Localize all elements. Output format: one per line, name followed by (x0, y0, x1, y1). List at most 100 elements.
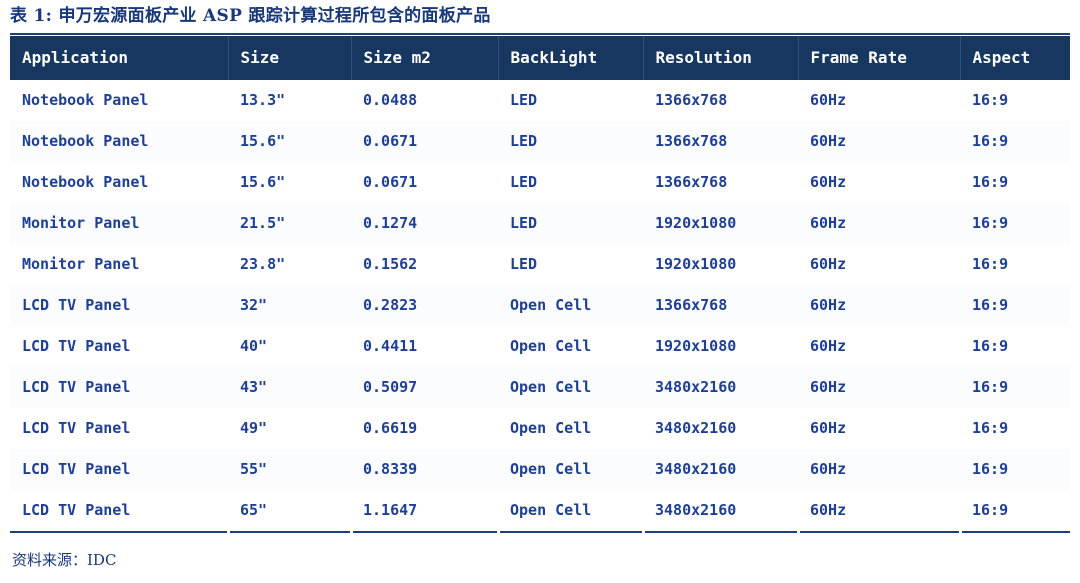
cell-frame-rate: 60Hz (798, 203, 960, 244)
column-header-application: Application (10, 36, 229, 80)
cell-size: 21.5" (228, 203, 351, 244)
cell-aspect: 16:9 (960, 162, 1070, 203)
cell-application: LCD TV Panel (10, 326, 228, 367)
cell-size-m2: 0.4411 (351, 326, 498, 367)
cell-backlight: Open Cell (498, 326, 643, 367)
cell-frame-rate: 60Hz (798, 244, 960, 285)
cell-resolution: 3480x2160 (643, 490, 798, 531)
table-bottom-divider (10, 531, 1070, 533)
column-header-frame-rate: Frame Rate (798, 36, 961, 80)
cell-resolution: 1366x768 (643, 285, 798, 326)
cell-frame-rate: 60Hz (798, 490, 960, 531)
cell-aspect: 16:9 (960, 203, 1070, 244)
table-row: Monitor Panel 23.8" 0.1562 LED 1920x1080… (10, 244, 1070, 285)
table-row: LCD TV Panel 32" 0.2823 Open Cell 1366x7… (10, 285, 1070, 326)
cell-frame-rate: 60Hz (798, 408, 960, 449)
table-row: LCD TV Panel 65" 1.1647 Open Cell 3480x2… (10, 490, 1070, 531)
cell-backlight: LED (498, 80, 643, 121)
title-divider (10, 33, 1070, 35)
column-header-resolution: Resolution (643, 36, 799, 80)
cell-frame-rate: 60Hz (798, 121, 960, 162)
cell-backlight: Open Cell (498, 285, 643, 326)
cell-resolution: 1366x768 (643, 121, 798, 162)
cell-aspect: 16:9 (960, 285, 1070, 326)
cell-size: 23.8" (228, 244, 351, 285)
table-header: Application Size Size m2 BackLight Resol… (10, 36, 1070, 80)
cell-size: 15.6" (228, 121, 351, 162)
cell-size: 49" (228, 408, 351, 449)
cell-application: LCD TV Panel (10, 449, 228, 490)
table-header-row: Application Size Size m2 BackLight Resol… (10, 36, 1070, 80)
page-title: 表 1: 申万宏源面板产业 ASP 跟踪计算过程所包含的面板产品 (10, 6, 491, 26)
cell-resolution: 1920x1080 (643, 244, 798, 285)
cell-size-m2: 0.0671 (351, 121, 498, 162)
cell-size: 13.3" (228, 80, 351, 121)
cell-aspect: 16:9 (960, 244, 1070, 285)
cell-aspect: 16:9 (960, 80, 1070, 121)
cell-size: 43" (228, 367, 351, 408)
table-figure: 表 1: 申万宏源面板产业 ASP 跟踪计算过程所包含的面板产品 Applica… (0, 0, 1080, 583)
cell-application: Notebook Panel (10, 121, 228, 162)
cell-size: 65" (228, 490, 351, 531)
cell-resolution: 3480x2160 (643, 449, 798, 490)
column-header-aspect: Aspect (960, 36, 1070, 80)
cell-application: LCD TV Panel (10, 367, 228, 408)
cell-size: 32" (228, 285, 351, 326)
cell-backlight: LED (498, 162, 643, 203)
cell-size: 15.6" (228, 162, 351, 203)
cell-backlight: LED (498, 244, 643, 285)
cell-frame-rate: 60Hz (798, 449, 960, 490)
cell-application: Notebook Panel (10, 162, 228, 203)
cell-size: 55" (228, 449, 351, 490)
cell-size-m2: 0.1274 (351, 203, 498, 244)
cell-application: LCD TV Panel (10, 285, 228, 326)
cell-backlight: Open Cell (498, 408, 643, 449)
cell-size-m2: 0.0671 (351, 162, 498, 203)
cell-aspect: 16:9 (960, 367, 1070, 408)
column-header-size: Size (228, 36, 352, 80)
cell-size-m2: 0.2823 (351, 285, 498, 326)
cell-backlight: Open Cell (498, 367, 643, 408)
cell-size: 40" (228, 326, 351, 367)
column-header-backlight: BackLight (498, 36, 644, 80)
table-row: LCD TV Panel 40" 0.4411 Open Cell 1920x1… (10, 326, 1070, 367)
column-header-size-m2: Size m2 (351, 36, 499, 80)
table-row: LCD TV Panel 43" 0.5097 Open Cell 3480x2… (10, 367, 1070, 408)
cell-aspect: 16:9 (960, 408, 1070, 449)
cell-backlight: Open Cell (498, 449, 643, 490)
cell-size-m2: 0.5097 (351, 367, 498, 408)
cell-application: Monitor Panel (10, 244, 228, 285)
cell-application: LCD TV Panel (10, 408, 228, 449)
table-row: LCD TV Panel 55" 0.8339 Open Cell 3480x2… (10, 449, 1070, 490)
cell-application: Monitor Panel (10, 203, 228, 244)
cell-resolution: 3480x2160 (643, 367, 798, 408)
cell-backlight: LED (498, 121, 643, 162)
cell-resolution: 3480x2160 (643, 408, 798, 449)
cell-resolution: 1920x1080 (643, 203, 798, 244)
cell-resolution: 1366x768 (643, 80, 798, 121)
cell-backlight: Open Cell (498, 490, 643, 531)
cell-frame-rate: 60Hz (798, 285, 960, 326)
cell-aspect: 16:9 (960, 490, 1070, 531)
cell-backlight: LED (498, 203, 643, 244)
cell-aspect: 16:9 (960, 326, 1070, 367)
cell-aspect: 16:9 (960, 449, 1070, 490)
table-body: Notebook Panel 13.3" 0.0488 LED 1366x768… (10, 80, 1070, 531)
cell-size-m2: 0.6619 (351, 408, 498, 449)
cell-aspect: 16:9 (960, 121, 1070, 162)
cell-size-m2: 0.8339 (351, 449, 498, 490)
cell-size-m2: 0.0488 (351, 80, 498, 121)
cell-resolution: 1920x1080 (643, 326, 798, 367)
cell-frame-rate: 60Hz (798, 80, 960, 121)
cell-frame-rate: 60Hz (798, 326, 960, 367)
cell-application: Notebook Panel (10, 80, 228, 121)
cell-resolution: 1366x768 (643, 162, 798, 203)
table-row: LCD TV Panel 49" 0.6619 Open Cell 3480x2… (10, 408, 1070, 449)
cell-application: LCD TV Panel (10, 490, 228, 531)
cell-frame-rate: 60Hz (798, 162, 960, 203)
table-row: Monitor Panel 21.5" 0.1274 LED 1920x1080… (10, 203, 1070, 244)
table-row: Notebook Panel 15.6" 0.0671 LED 1366x768… (10, 162, 1070, 203)
cell-frame-rate: 60Hz (798, 367, 960, 408)
panel-products-table: Application Size Size m2 BackLight Resol… (10, 36, 1070, 531)
source-note: 资料来源：IDC (12, 551, 117, 569)
